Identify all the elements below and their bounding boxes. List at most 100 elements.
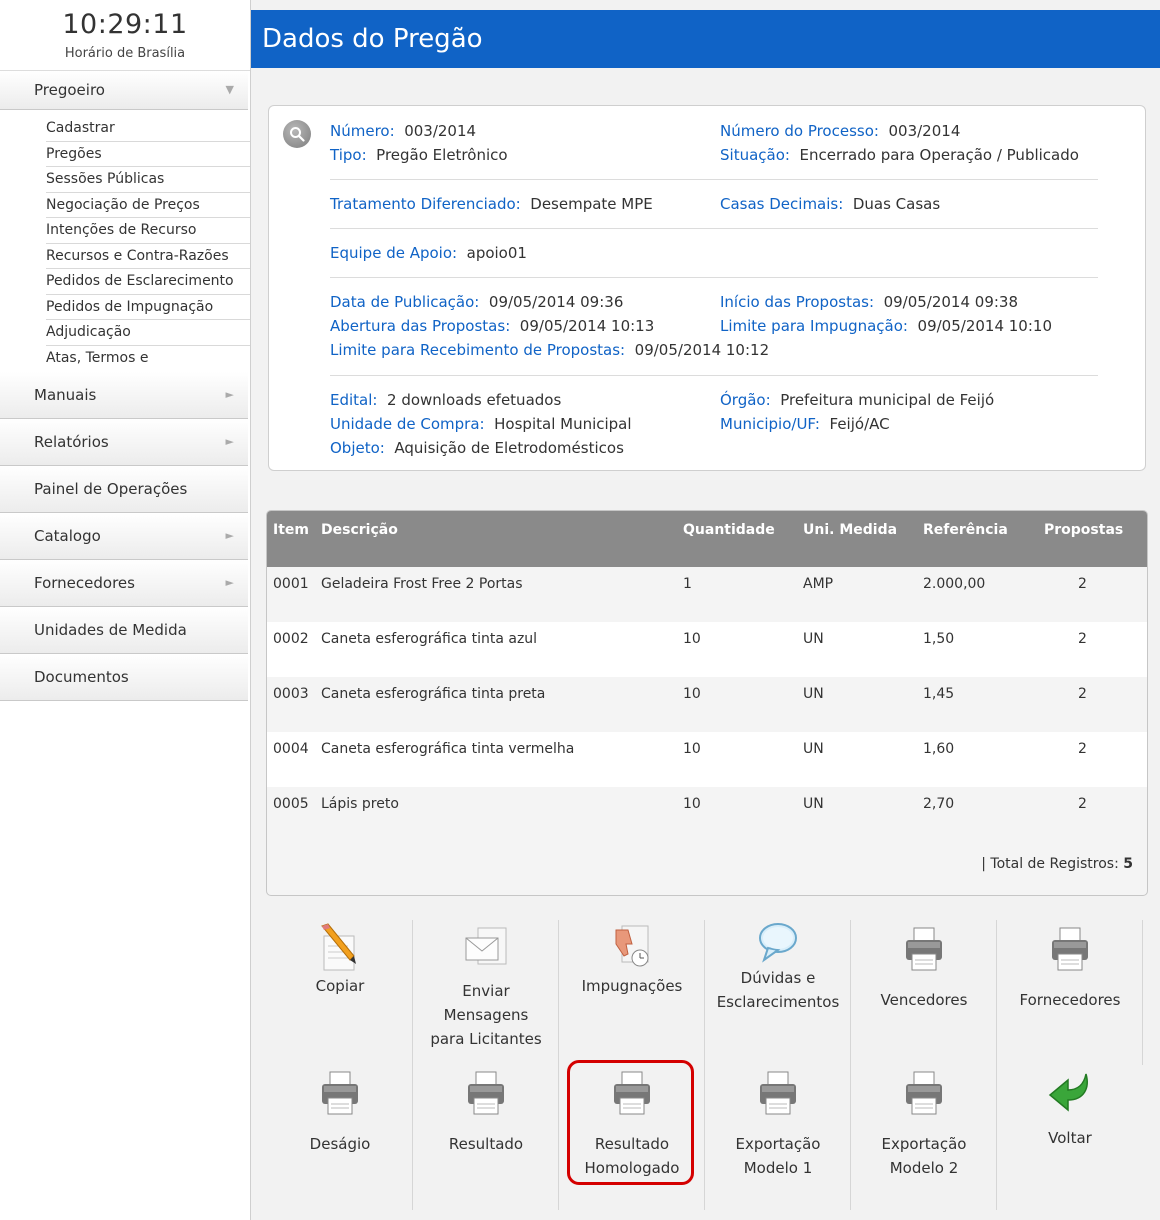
action-label: Modelo 1 [743, 1159, 813, 1177]
resultado-button[interactable]: Resultado [413, 1068, 559, 1156]
field-casas-decimais: Casas Decimais: Duas Casas [720, 195, 940, 213]
column-header-quantidade[interactable]: Quantidade [683, 522, 775, 538]
action-label: Esclarecimentos [716, 993, 840, 1011]
cell-quantidade: 10 [683, 686, 701, 702]
field-label: Situação: [720, 146, 790, 164]
divider [330, 277, 1098, 278]
column-header-referencia[interactable]: Referência [923, 522, 1008, 538]
enviar-mensagens-button[interactable]: Enviar Mensagens para Licitantes [413, 922, 559, 1051]
table-footer: | Total de Registros: 5 [981, 856, 1133, 872]
field-label: Casas Decimais: [720, 195, 844, 213]
submenu-item-impugnacao[interactable]: Pedidos de Impugnação [46, 295, 250, 320]
sidebar-item-pregoeiro[interactable]: Pregoeiro ▼ [0, 71, 248, 110]
double-chevron-right-icon: ► [225, 434, 234, 448]
field-value: Duas Casas [852, 195, 941, 213]
duvidas-button[interactable]: Dúvidas e Esclarecimentos [705, 918, 851, 1014]
printer-icon [1046, 924, 1094, 976]
submenu-item-esclarecimento[interactable]: Pedidos de Esclarecimento [46, 269, 250, 295]
cell-item: 0003 [273, 686, 309, 702]
table-header: Item Descrição Quantidade Uni. Medida Re… [267, 511, 1147, 567]
field-edital: Edital: 2 downloads efetuados [330, 391, 561, 409]
table-row[interactable]: 0004 Caneta esferográfica tinta vermelha… [267, 732, 1147, 787]
action-label: Deságio [309, 1135, 371, 1153]
field-equipe: Equipe de Apoio: apoio01 [330, 244, 527, 262]
field-value: 003/2014 [888, 122, 961, 140]
submenu-item-sessoes-publicas[interactable]: Sessões Públicas [46, 167, 250, 193]
cell-medida: UN [803, 741, 824, 757]
sidebar-item-label: Manuais [34, 385, 97, 404]
table-row[interactable]: 0005 Lápis preto 10 UN 2,70 2 [267, 787, 1147, 842]
sidebar-submenu: Cadastrar Pregões Sessões Públicas Negoc… [0, 110, 250, 372]
submenu-item-adjudicacao[interactable]: Adjudicação [46, 320, 250, 346]
submenu-item-negociacao-precos[interactable]: Negociação de Preços [46, 193, 250, 218]
column-header-item[interactable]: Item [273, 522, 309, 538]
exportacao-modelo1-button[interactable]: Exportação Modelo 1 [705, 1068, 851, 1180]
action-label: Fornecedores [1019, 991, 1121, 1009]
cell-propostas: 2 [1078, 796, 1087, 812]
column-header-descricao[interactable]: Descrição [321, 522, 398, 538]
exportacao-modelo2-button[interactable]: Exportação Modelo 2 [851, 1068, 997, 1180]
impugnacoes-button[interactable]: Impugnações [559, 922, 705, 998]
field-label: Equipe de Apoio: [330, 244, 458, 262]
sidebar-item-catalogo[interactable]: Catalogo ► [0, 512, 248, 560]
field-value: Aquisição de Eletrodomésticos [394, 439, 624, 457]
field-label: Municipio/UF: [720, 415, 820, 433]
field-objeto: Objeto: Aquisição de Eletrodomésticos [330, 439, 624, 457]
submenu-item-intencoes-recurso[interactable]: Intenções de Recurso [46, 218, 250, 244]
field-value: 09/05/2014 09:36 [488, 293, 624, 311]
table-row[interactable]: 0003 Caneta esferográfica tinta preta 10… [267, 677, 1147, 732]
copiar-button[interactable]: Copiar [267, 922, 413, 998]
column-header-propostas[interactable]: Propostas [1044, 522, 1123, 538]
sidebar: 10:29:11 Horário de Brasília Pregoeiro ▼… [0, 0, 251, 1220]
action-label: Modelo 2 [889, 1159, 959, 1177]
sidebar-item-painel[interactable]: Painel de Operações [0, 465, 248, 513]
sidebar-item-relatorios[interactable]: Relatórios ► [0, 418, 248, 466]
action-label: Vencedores [880, 991, 968, 1009]
submenu-item-recursos[interactable]: Recursos e Contra-Razões [46, 244, 250, 269]
printer-icon [900, 1068, 948, 1120]
field-inicio: Início das Propostas: 09/05/2014 09:38 [720, 293, 1018, 311]
search-icon[interactable] [283, 120, 311, 148]
action-label: Exportação [735, 1135, 821, 1153]
field-label: Edital: [330, 391, 378, 409]
double-chevron-right-icon: ► [225, 575, 234, 589]
table-row[interactable]: 0002 Caneta esferográfica tinta azul 10 … [267, 622, 1147, 677]
cell-referencia: 2.000,00 [923, 576, 986, 592]
sidebar-item-fornecedores[interactable]: Fornecedores ► [0, 559, 248, 607]
field-label: Objeto: [330, 439, 385, 457]
voltar-button[interactable]: Voltar [997, 1070, 1143, 1150]
field-limite-recebimento: Limite para Recebimento de Propostas: 09… [330, 341, 769, 359]
submenu-item-pregoes[interactable]: Pregões [46, 142, 250, 167]
column-header-medida[interactable]: Uni. Medida [803, 522, 897, 538]
submenu-item-atas[interactable]: Atas, Termos e [46, 346, 250, 368]
table-row[interactable]: 0001 Geladeira Frost Free 2 Portas 1 AMP… [267, 567, 1147, 622]
sidebar-item-manuais[interactable]: Manuais ► [0, 371, 248, 419]
printer-icon [462, 1068, 510, 1120]
submenu-item-cadastrar[interactable]: Cadastrar [46, 116, 250, 142]
info-panel: Número: 003/2014 Tipo: Pregão Eletrônico… [268, 105, 1146, 471]
printer-icon [900, 924, 948, 976]
sidebar-item-documentos[interactable]: Documentos [0, 653, 248, 701]
cell-item: 0002 [273, 631, 309, 647]
sidebar-item-unidades[interactable]: Unidades de Medida [0, 606, 248, 654]
cell-referencia: 2,70 [923, 796, 955, 812]
field-label: Início das Propostas: [720, 293, 875, 311]
field-numero-processo: Número do Processo: 003/2014 [720, 122, 960, 140]
field-situacao: Situação: Encerrado para Operação / Publ… [720, 146, 1079, 164]
speech-bubble-icon [754, 918, 802, 966]
desagio-button[interactable]: Deságio [267, 1068, 413, 1156]
cell-descricao: Caneta esferográfica tinta preta [321, 686, 546, 702]
divider [330, 179, 1098, 180]
vencedores-button[interactable]: Vencedores [851, 924, 997, 1012]
field-data-publicacao: Data de Publicação: 09/05/2014 09:36 [330, 293, 623, 311]
field-value: 2 downloads efetuados [387, 391, 562, 409]
fornecedores-button[interactable]: Fornecedores [997, 924, 1143, 1012]
clock-label: Horário de Brasília [64, 46, 186, 61]
field-value: 003/2014 [404, 122, 477, 140]
field-label: Número do Processo: [720, 122, 879, 140]
field-value: 09/05/2014 10:10 [917, 317, 1052, 335]
field-value: 09/05/2014 10:12 [634, 341, 770, 359]
field-value: apoio01 [466, 244, 527, 262]
cell-propostas: 2 [1078, 686, 1087, 702]
pencil-paper-icon [316, 922, 364, 974]
